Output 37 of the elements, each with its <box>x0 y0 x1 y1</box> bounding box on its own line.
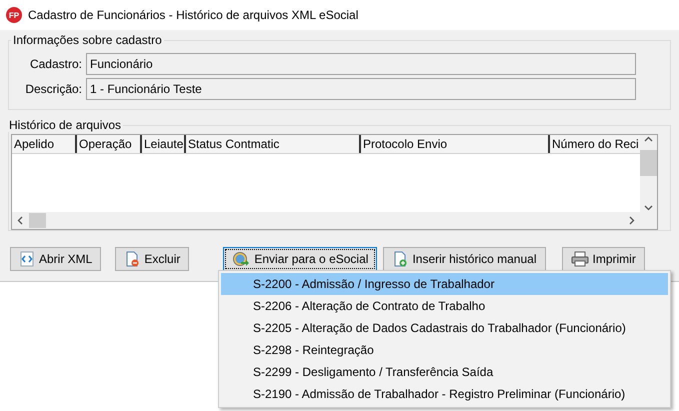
scroll-thumb[interactable] <box>640 150 657 176</box>
scroll-thumb[interactable] <box>29 213 46 228</box>
document-remove-icon <box>124 251 140 267</box>
toolbar-button[interactable]: Inserir histórico manual <box>383 247 546 271</box>
app-icon: FP <box>6 7 22 23</box>
column-header[interactable]: Protocolo Envio <box>361 135 550 153</box>
vertical-scrollbar[interactable] <box>640 135 657 212</box>
chevron-right-icon[interactable] <box>627 216 636 224</box>
toolbar-button[interactable]: Imprimir <box>562 247 645 271</box>
toolbar-button[interactable]: Abrir XML <box>10 247 102 271</box>
text-field[interactable]: 1 - Funcionário Teste <box>86 78 636 100</box>
field-label: Cadastro: <box>28 57 82 71</box>
column-header[interactable]: Status Contmatic <box>186 135 361 153</box>
horizontal-scrollbar[interactable] <box>12 212 640 229</box>
chevron-left-icon[interactable] <box>16 216 25 224</box>
menu-item[interactable]: S-2190 - Admissão de Trabalhador - Registro Preliminar (Funcionário) <box>221 383 668 405</box>
column-header[interactable]: Operação <box>77 135 142 153</box>
window-title: Cadastro de Funcionários - Histórico de arquivos XML eSocial <box>28 8 358 22</box>
chevron-down-icon[interactable] <box>644 203 653 212</box>
globe-send-icon <box>232 250 250 268</box>
menu-item[interactable]: S-2200 - Admissão / Ingresso de Trabalhador <box>221 273 668 295</box>
chevron-up-icon[interactable] <box>644 135 653 144</box>
document-add-icon <box>392 251 408 267</box>
toolbar-button[interactable]: Enviar para o eSocial <box>223 247 378 271</box>
menu-item[interactable]: S-2298 - Reintegração <box>221 339 668 361</box>
group-title: Histórico de arquivos <box>8 118 122 132</box>
text-field[interactable]: Funcionário <box>86 53 636 75</box>
toolbar-button[interactable]: Excluir <box>115 247 190 271</box>
printer-icon <box>570 251 588 267</box>
field-label: Descrição: <box>24 82 82 96</box>
code-icon <box>19 251 35 267</box>
menu-item[interactable]: S-2205 - Alteração de Dados Cadastrais do Trabalhador (Funcionário) <box>221 317 668 339</box>
menu-item[interactable]: S-2299 - Desligamento / Transferência Saída <box>221 361 668 383</box>
group-title: Informações sobre cadastro <box>12 33 163 47</box>
column-header[interactable]: Apelido <box>12 135 77 153</box>
column-header[interactable]: Leiaute <box>142 135 186 153</box>
menu-item[interactable]: S-2206 - Alteração de Contrato de Trabalho <box>221 295 668 317</box>
